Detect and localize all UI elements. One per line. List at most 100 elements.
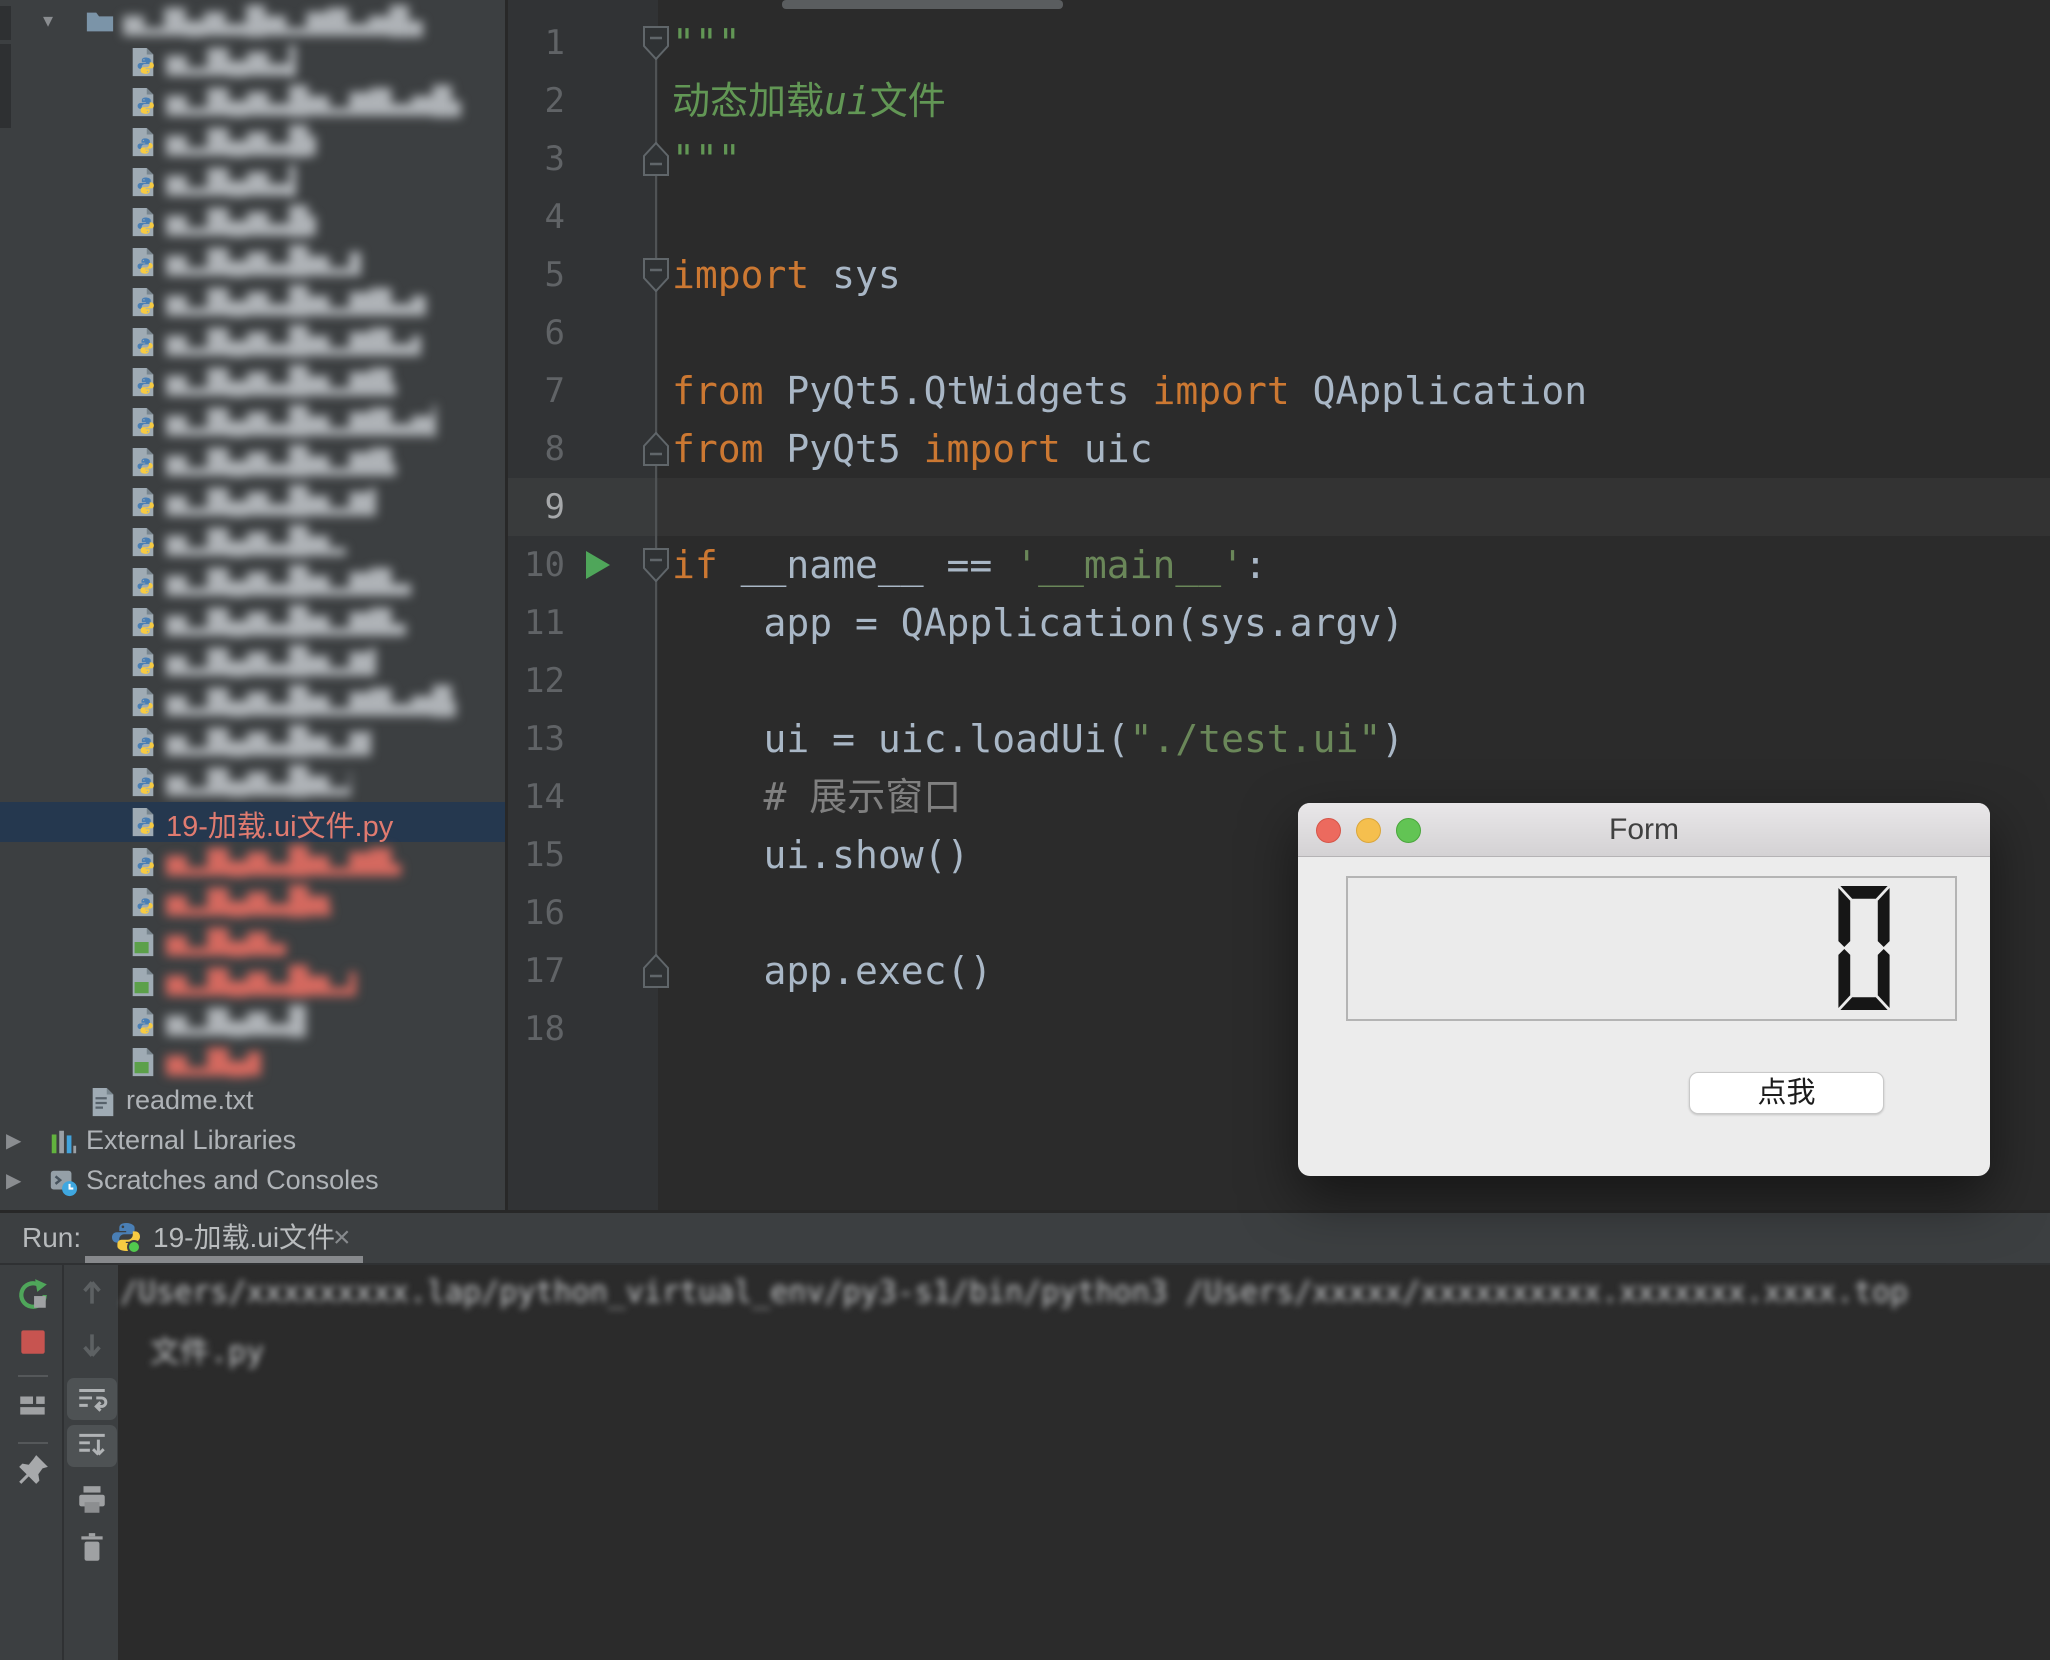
down-stacktrace-button[interactable] [75, 1328, 109, 1362]
tree-item[interactable]: ▶ External Libraries [0, 1122, 505, 1162]
rerun-button[interactable] [16, 1278, 50, 1312]
tree-item-label: ▅▂▇▄▆▃█▅▂▆▇▃▅█▄▆▂▇▅▃▆█▄▂▇▅▆▃ [166, 605, 406, 635]
fold-end-icon[interactable] [643, 432, 669, 466]
click-me-button[interactable]: 点我 [1689, 1072, 1884, 1114]
run-line-arrow-icon[interactable] [586, 551, 610, 579]
py-icon [128, 607, 158, 637]
tree-item[interactable]: ▾ ▅▂▇▄▆▃█▅▂▆▇▃▅█▄▆▂▇▅▃▆█▄▂▇▅▆▃ [0, 2, 505, 42]
tree-item[interactable]: ▅▂▇▄▆▃█▅▂▆▇▃▅█▄▆▂▇▅▃▆█▄▂▇▅▆▃ [0, 482, 505, 522]
tree-item[interactable]: ▅▂▇▄▆▃█▅▂▆▇▃▅█▄▆▂▇▅▃▆█▄▂▇▅▆▃ [0, 682, 505, 722]
tree-item-label: ▅▂▇▄▆▃█▅▂▆▇▃▅█▄▆▂▇▅▃▆█▄▂▇▅▆▃ [166, 85, 461, 115]
py-icon [128, 407, 158, 437]
tree-item-selected[interactable]: 19-加载.ui文件.py [0, 802, 505, 843]
chevron-right-icon[interactable]: ▶ [6, 1168, 21, 1193]
tree-item[interactable]: ▅▂▇▄▆▃█▅▂▆▇▃▅█▄▆▂▇▅▃▆█▄▂▇▅▆▃ [0, 362, 505, 402]
py-icon [128, 487, 158, 517]
horizontal-scrollbar-thumb[interactable] [782, 0, 1063, 9]
restore-layout-button[interactable] [16, 1388, 50, 1422]
py-icon [128, 367, 158, 397]
tree-item[interactable]: ▅▂▇▄▆▃█▅▂▆▇▃▅█▄▆▂▇▅▃▆█▄▂▇▅▆▃ [0, 1042, 505, 1082]
tree-item[interactable]: ▅▂▇▄▆▃█▅▂▆▇▃▅█▄▆▂▇▅▃▆█▄▂▇▅▆▃ [0, 762, 505, 802]
lcd-digit-0 [1838, 885, 1890, 1011]
soft-wrap-toggle[interactable] [67, 1378, 117, 1420]
fold-start-icon[interactable] [643, 258, 669, 292]
pin-tab-button[interactable] [16, 1453, 50, 1487]
scratch-icon [48, 1167, 78, 1197]
line-number: 7 [544, 371, 565, 411]
up-stacktrace-button[interactable] [75, 1276, 109, 1310]
file-icon [128, 447, 158, 477]
tree-item[interactable]: ▅▂▇▄▆▃█▅▂▆▇▃▅█▄▆▂▇▅▃▆█▄▂▇▅▆▃ [0, 642, 505, 682]
tree-item[interactable]: ▅▂▇▄▆▃█▅▂▆▇▃▅█▄▆▂▇▅▃▆█▄▂▇▅▆▃ [0, 162, 505, 202]
print-console-button[interactable] [75, 1483, 109, 1517]
tree-item[interactable]: ▅▂▇▄▆▃█▅▂▆▇▃▅█▄▆▂▇▅▃▆█▄▂▇▅▆▃ [0, 722, 505, 762]
folder-icon [85, 7, 115, 37]
txt-icon [88, 1087, 118, 1117]
tree-item[interactable]: readme.txt [0, 1082, 505, 1122]
tree-item-label: ▅▂▇▄▆▃█▅▂▆▇▃▅█▄▆▂▇▅▃▆█▄▂▇▅▆▃ [166, 405, 436, 435]
line-number: 13 [524, 719, 565, 759]
tree-item[interactable]: ▅▂▇▄▆▃█▅▂▆▇▃▅█▄▆▂▇▅▃▆█▄▂▇▅▆▃ [0, 42, 505, 82]
tree-item[interactable]: ▅▂▇▄▆▃█▅▂▆▇▃▅█▄▆▂▇▅▃▆█▄▂▇▅▆▃ [0, 562, 505, 602]
tree-item[interactable]: ▅▂▇▄▆▃█▅▂▆▇▃▅█▄▆▂▇▅▃▆█▄▂▇▅▆▃ [0, 602, 505, 642]
clear-console-button[interactable] [75, 1531, 109, 1565]
toolbar-separator [18, 1375, 48, 1377]
tree-item[interactable]: ▅▂▇▄▆▃█▅▂▆▇▃▅█▄▆▂▇▅▃▆█▄▂▇▅▆▃ [0, 82, 505, 122]
line-number: 12 [524, 661, 565, 701]
tree-item-label: ▅▂▇▄▆▃█▅▂▆▇▃▅█▄▆▂▇▅▃▆█▄▂▇▅▆▃ [166, 645, 376, 675]
tree-item-label: ▅▂▇▄▆▃█▅▂▆▇▃▅█▄▆▂▇▅▃▆█▄▂▇▅▆▃ [166, 165, 296, 195]
tree-item-label: ▅▂▇▄▆▃█▅▂▆▇▃▅█▄▆▂▇▅▃▆█▄▂▇▅▆▃ [166, 365, 396, 395]
scroll-to-end-toggle[interactable] [67, 1425, 117, 1467]
tree-item[interactable]: ▅▂▇▄▆▃█▅▂▆▇▃▅█▄▆▂▇▅▃▆█▄▂▇▅▆▃ [0, 1002, 505, 1042]
file-icon [128, 327, 158, 357]
tree-item[interactable]: ▶ Scratches and Consoles [0, 1162, 505, 1202]
line-number: 9 [544, 487, 565, 527]
form-titlebar[interactable]: Form [1298, 803, 1990, 857]
tree-item[interactable]: ▅▂▇▄▆▃█▅▂▆▇▃▅█▄▆▂▇▅▃▆█▄▂▇▅▆▃ [0, 522, 505, 562]
tree-item[interactable]: ▅▂▇▄▆▃█▅▂▆▇▃▅█▄▆▂▇▅▃▆█▄▂▇▅▆▃ [0, 402, 505, 442]
tree-item[interactable]: ▅▂▇▄▆▃█▅▂▆▇▃▅█▄▆▂▇▅▃▆█▄▂▇▅▆▃ [0, 922, 505, 962]
py-icon [128, 647, 158, 677]
tree-item[interactable]: ▅▂▇▄▆▃█▅▂▆▇▃▅█▄▆▂▇▅▃▆█▄▂▇▅▆▃ [0, 882, 505, 922]
line-number: 8 [544, 429, 565, 469]
chevron-right-icon[interactable]: ▶ [6, 1128, 21, 1153]
tree-item[interactable]: ▅▂▇▄▆▃█▅▂▆▇▃▅█▄▆▂▇▅▃▆█▄▂▇▅▆▃ [0, 322, 505, 362]
form-window-title: Form [1609, 813, 1679, 846]
chevron-down-icon[interactable]: ▾ [43, 8, 53, 33]
line-number: 15 [524, 835, 565, 875]
tree-item[interactable]: ▅▂▇▄▆▃█▅▂▆▇▃▅█▄▆▂▇▅▃▆█▄▂▇▅▆▃ [0, 122, 505, 162]
tree-item[interactable]: ▅▂▇▄▆▃█▅▂▆▇▃▅█▄▆▂▇▅▃▆█▄▂▇▅▆▃ [0, 962, 505, 1002]
tree-item[interactable]: ▅▂▇▄▆▃█▅▂▆▇▃▅█▄▆▂▇▅▃▆█▄▂▇▅▆▃ [0, 442, 505, 482]
code-line: from PyQt5 import uic [672, 427, 1153, 471]
run-console[interactable]: /Users/xxxxxxxxx.lap/python_virtual_env/… [118, 1265, 2050, 1660]
tree-item-label: ▅▂▇▄▆▃█▅▂▆▇▃▅█▄▆▂▇▅▃▆█▄▂▇▅▆▃ [166, 245, 361, 275]
code-line: """ [672, 21, 741, 65]
tree-item[interactable]: ▅▂▇▄▆▃█▅▂▆▇▃▅█▄▆▂▇▅▃▆█▄▂▇▅▆▃ [0, 242, 505, 282]
tree-item-label: External Libraries [86, 1125, 297, 1155]
line-number: 3 [544, 139, 565, 179]
tree-item-label: ▅▂▇▄▆▃█▅▂▆▇▃▅█▄▆▂▇▅▃▆█▄▂▇▅▆▃ [166, 765, 351, 795]
console-output-line: /Users/xxxxxxxxx.lap/python_virtual_env/… [120, 1275, 1909, 1310]
run-tab-underline [85, 1256, 363, 1263]
fold-end-icon[interactable] [643, 954, 669, 988]
panel-divider-vertical[interactable] [505, 0, 508, 1210]
tree-item-label: ▅▂▇▄▆▃█▅▂▆▇▃▅█▄▆▂▇▅▃▆█▄▂▇▅▆▃ [166, 125, 316, 155]
stop-button[interactable] [16, 1325, 50, 1359]
line-number-gutter[interactable]: 1 2 3 4 5 6 7 8 9 10 11 12 13 14 15 16 17 18 [505, 14, 565, 1058]
tree-item[interactable]: ▅▂▇▄▆▃█▅▂▆▇▃▅█▄▆▂▇▅▃▆█▄▂▇▅▆▃ [0, 202, 505, 242]
code-line: app = QApplication(sys.argv) [672, 601, 1405, 645]
project-tree-panel: ▾ ▅▂▇▄▆▃█▅▂▆▇▃▅█▄▆▂▇▅▃▆█▄▂▇▅▆▃ ▅▂▇▄▆▃█▅▂▆▇… [0, 0, 505, 1210]
tree-item[interactable]: ▅▂▇▄▆▃█▅▂▆▇▃▅█▄▆▂▇▅▃▆█▄▂▇▅▆▃ [0, 282, 505, 322]
py-icon [128, 207, 158, 237]
py-icon [128, 767, 158, 797]
fold-start-icon[interactable] [643, 26, 669, 60]
py-icon [128, 847, 158, 877]
tree-item[interactable]: ▅▂▇▄▆▃█▅▂▆▇▃▅█▄▆▂▇▅▃▆█▄▂▇▅▆▃ [0, 842, 505, 882]
fold-end-icon[interactable] [643, 142, 669, 176]
close-tab-icon[interactable]: × [333, 1221, 351, 1255]
fold-start-icon[interactable] [643, 548, 669, 582]
file-icon [128, 1007, 158, 1037]
tree-item-label: 19-加载.ui文件.py [166, 811, 394, 843]
